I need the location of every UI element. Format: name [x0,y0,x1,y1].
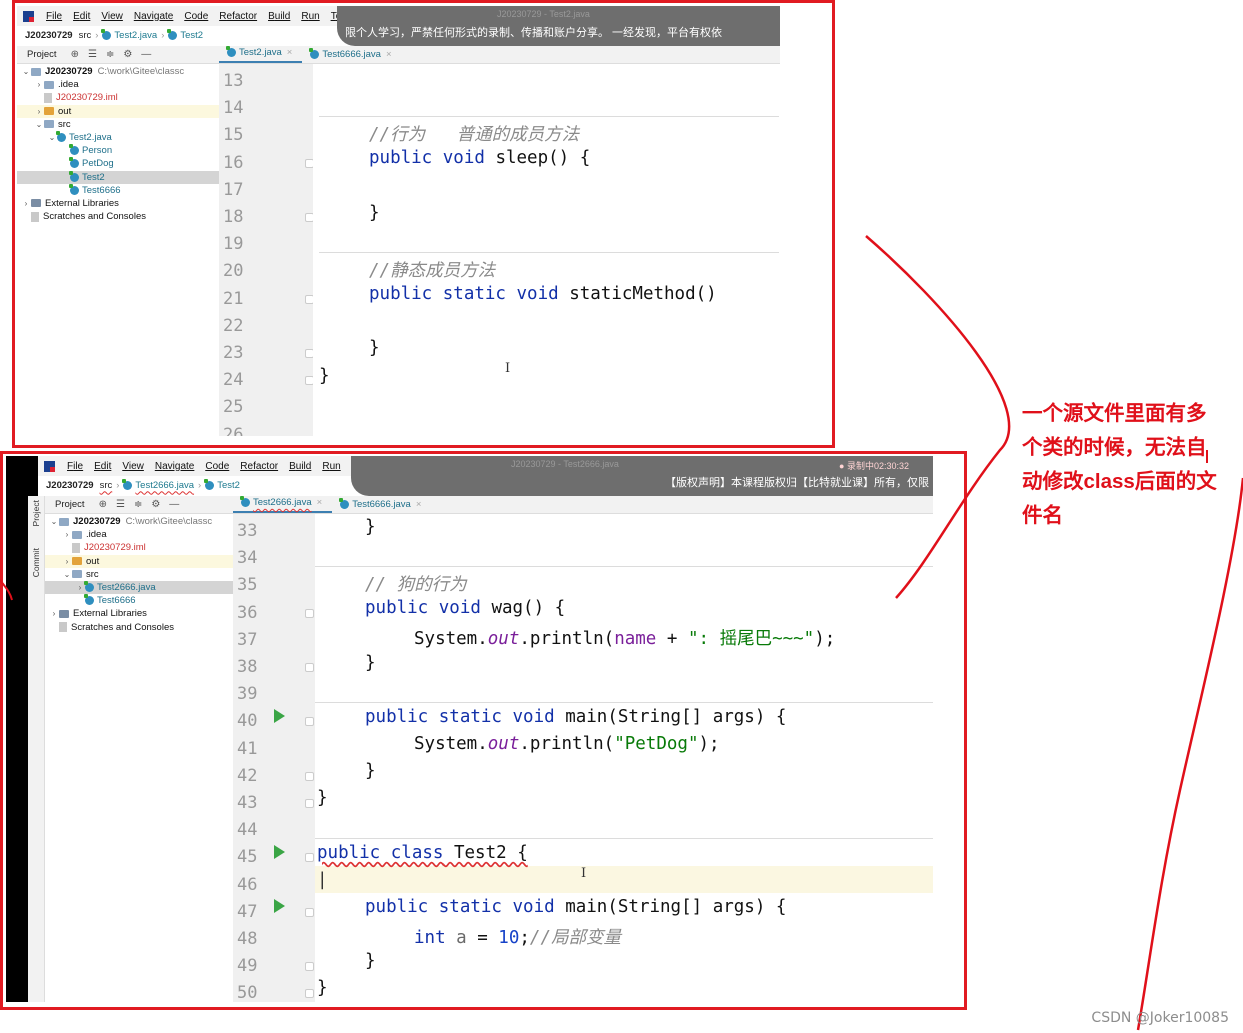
arrow-curve-long [1136,477,1243,1031]
annotation-text: 一个源文件里面有多个类的时候，无法自动修改class后面的文件名 [1022,402,1217,527]
arrow-curve [865,235,1011,599]
watermark: CSDN @Joker10085 [1091,1010,1229,1026]
left-mark [0,579,13,601]
